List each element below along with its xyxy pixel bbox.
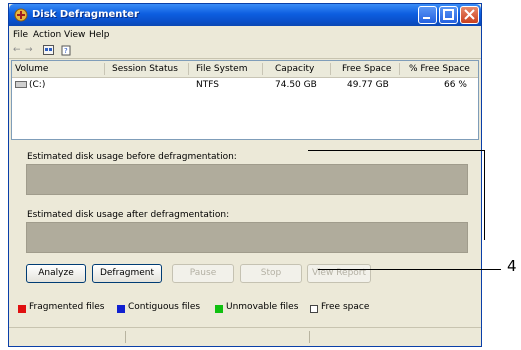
properties-icon[interactable] — [43, 45, 54, 55]
title-bar: Disk Defragmenter — [9, 4, 481, 26]
column-capacity[interactable]: Capacity — [275, 64, 314, 74]
svg-text:?: ? — [64, 47, 68, 55]
menu-help[interactable]: Help — [89, 30, 110, 40]
callout-line-lower — [318, 269, 501, 270]
disk-defragmenter-window: Disk Defragmenter File Action View Help … — [8, 3, 482, 347]
unmovable-swatch-icon — [215, 305, 223, 313]
menu-bar: File Action View Help — [9, 26, 481, 43]
column-volume[interactable]: Volume — [15, 64, 48, 74]
back-arrow-icon[interactable]: ← — [13, 45, 21, 55]
contiguous-swatch-icon — [117, 305, 125, 313]
status-bar — [9, 327, 481, 346]
view-report-button[interactable]: View Report — [307, 264, 371, 283]
callout-line-upper — [308, 150, 484, 151]
maximize-icon — [443, 9, 454, 20]
column-file-system[interactable]: File System — [196, 64, 247, 74]
toolbar: ← → ? — [9, 43, 481, 59]
legend-contiguous-label: Contiguous files — [128, 302, 201, 312]
menu-file[interactable]: File — [13, 30, 28, 40]
help-icon[interactable]: ? — [61, 44, 73, 56]
volume-percent-free: 66 % — [444, 80, 467, 90]
defragmenter-app-icon — [14, 8, 28, 22]
callout-number: 4 — [507, 257, 517, 275]
forward-arrow-icon[interactable]: → — [25, 45, 33, 55]
maximize-button[interactable] — [439, 6, 458, 24]
callout-line-vertical — [484, 150, 485, 240]
analyze-button[interactable]: Analyze — [26, 264, 86, 283]
fragmented-swatch-icon — [18, 305, 26, 313]
minimize-icon — [423, 17, 430, 19]
volume-file-system: NTFS — [196, 80, 219, 90]
legend-unmovable-label: Unmovable files — [226, 302, 299, 312]
menu-action[interactable]: Action — [33, 30, 61, 40]
pause-button[interactable]: Pause — [172, 264, 234, 283]
volume-list-header: Volume Session Status File System Capaci… — [12, 61, 478, 78]
volume-name: (C:) — [29, 80, 46, 90]
volume-list: Volume Session Status File System Capaci… — [11, 60, 479, 140]
menu-view[interactable]: View — [64, 30, 85, 40]
column-free-space[interactable]: Free Space — [342, 64, 391, 74]
close-icon — [464, 9, 475, 20]
free-space-swatch-icon — [310, 305, 318, 313]
stop-button[interactable]: Stop — [240, 264, 302, 283]
legend-free-space-label: Free space — [321, 302, 370, 312]
before-analysis-label: Estimated disk usage before defragmentat… — [27, 152, 237, 162]
legend-fragmented-label: Fragmented files — [29, 302, 105, 312]
hard-drive-icon — [15, 81, 27, 88]
defragment-button[interactable]: Defragment — [92, 264, 162, 283]
close-button[interactable] — [460, 6, 479, 24]
volume-row[interactable]: (C:) NTFS 74.50 GB 49.77 GB 66 % — [12, 78, 478, 92]
minimize-button[interactable] — [418, 6, 437, 24]
window-title: Disk Defragmenter — [32, 9, 139, 20]
volume-free-space: 49.77 GB — [347, 80, 389, 90]
after-analysis-label: Estimated disk usage after defragmentati… — [27, 210, 230, 220]
column-session-status[interactable]: Session Status — [112, 64, 178, 74]
volume-capacity: 74.50 GB — [275, 80, 317, 90]
column-percent-free-space[interactable]: % Free Space — [409, 64, 470, 74]
after-analysis-display — [26, 222, 468, 253]
before-analysis-display — [26, 164, 468, 195]
